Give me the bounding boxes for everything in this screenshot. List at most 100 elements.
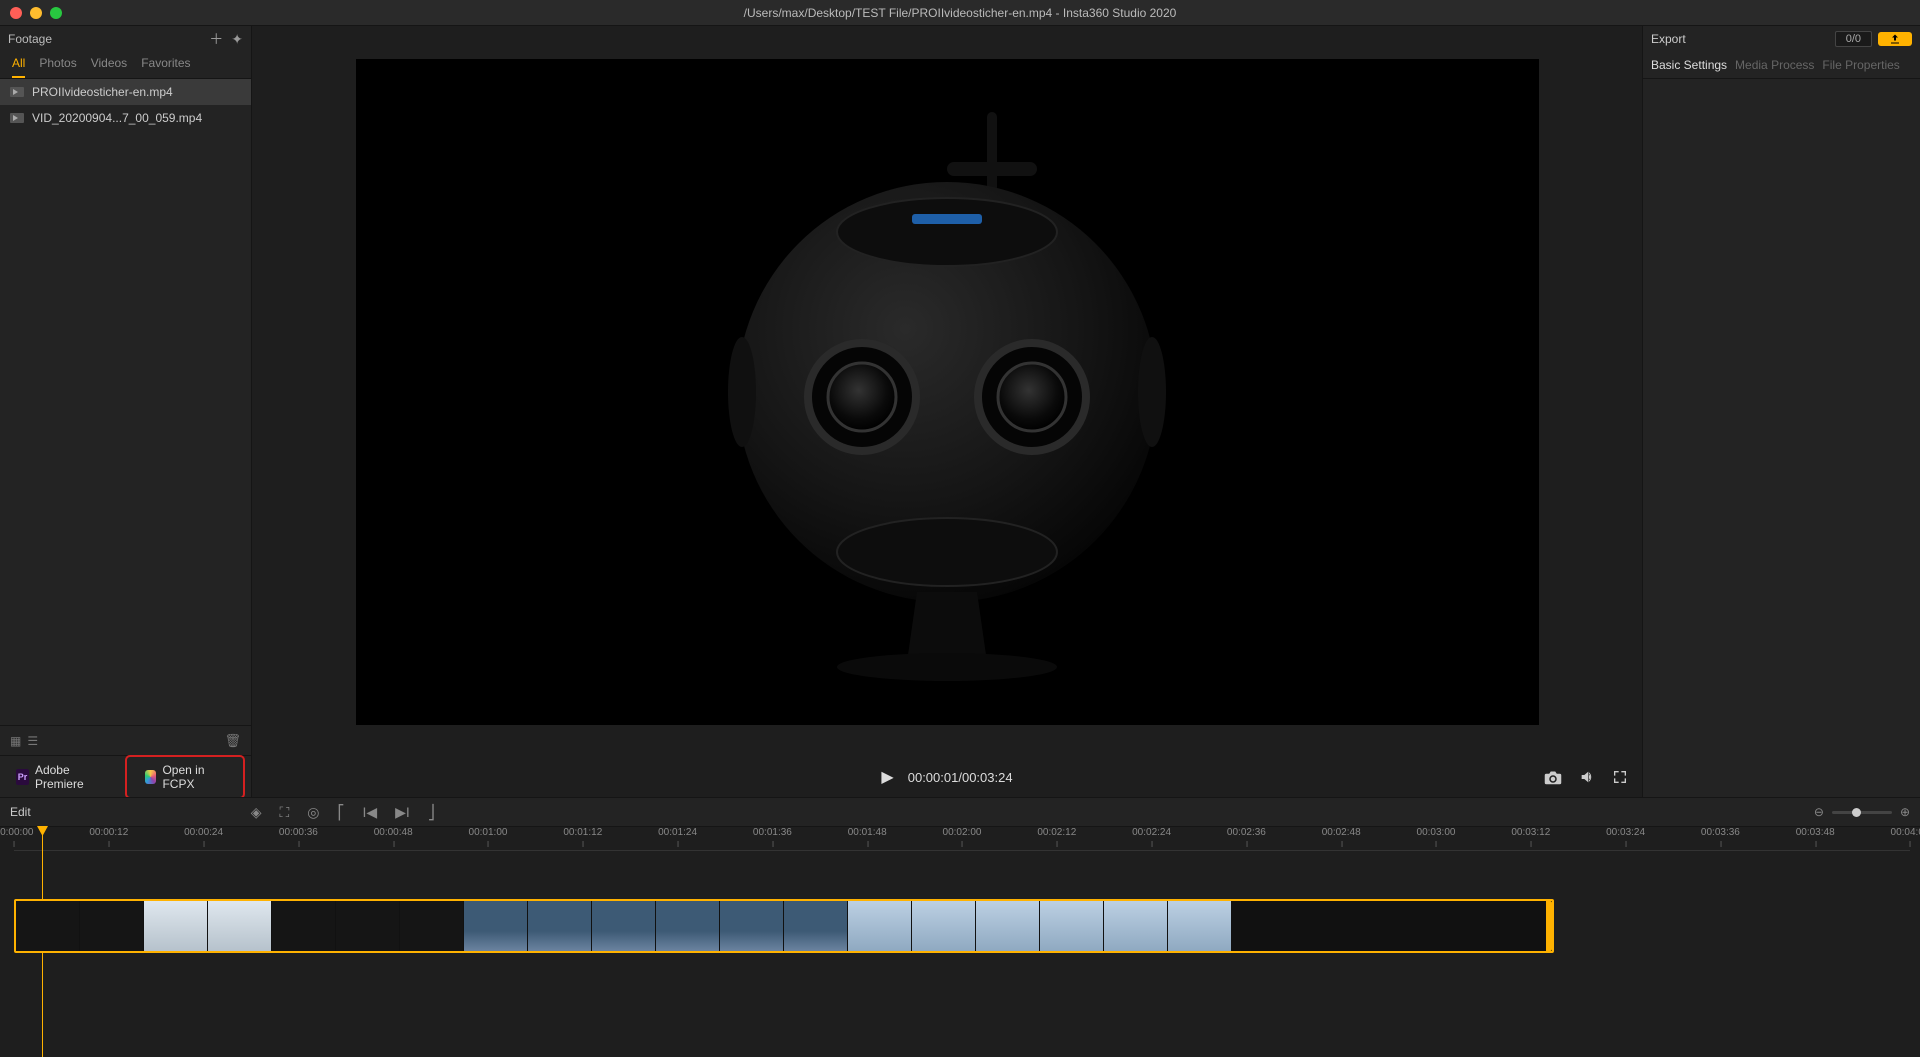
ruler-tick: 00:03:00 (1417, 827, 1456, 838)
zoom-slider[interactable] (1832, 811, 1892, 814)
external-apps-row: Pr Adobe Premiere Open in FCPX (0, 755, 251, 797)
ruler-tick: 00:03:24 (1606, 827, 1645, 838)
play-button[interactable]: ▶ (881, 767, 893, 787)
export-queue-count: 0/0 (1835, 31, 1872, 47)
file-item[interactable]: PROIIvideosticher-en.mp4 (0, 79, 251, 105)
preview-viewport (252, 26, 1642, 757)
open-in-fcpx-button[interactable]: Open in FCPX (125, 755, 245, 799)
file-name: PROIIvideosticher-en.mp4 (32, 85, 173, 99)
snapshot-icon[interactable] (1544, 770, 1562, 785)
next-frame-icon[interactable]: ▶I (395, 804, 410, 821)
clip-thumbnail (784, 901, 848, 951)
clip-handle-right[interactable] (1546, 901, 1552, 951)
ruler-tick: 00:00:36 (279, 827, 318, 838)
import-settings-icon[interactable]: ✦ (231, 31, 243, 48)
ruler-tick: 00:02:24 (1132, 827, 1171, 838)
tab-favorites[interactable]: Favorites (141, 56, 190, 78)
footage-tabs: All Photos Videos Favorites (0, 52, 251, 79)
timeline-ruler[interactable]: 00:00:0000:00:1200:00:2400:00:3600:00:48… (14, 827, 1910, 851)
clip-thumbnail (208, 901, 272, 951)
clip-thumbnail (848, 901, 912, 951)
tab-file-properties[interactable]: File Properties (1822, 58, 1899, 72)
timeline: 00:00:0000:00:1200:00:2400:00:3600:00:48… (0, 827, 1920, 1057)
trim-end-icon[interactable]: ⎦ (428, 804, 435, 821)
tab-all[interactable]: All (12, 56, 25, 78)
zoom-out-icon[interactable]: ⊖ (1814, 805, 1824, 819)
add-footage-icon[interactable]: ＋ (209, 29, 223, 49)
current-time: 00:00:01 (908, 770, 959, 785)
fullscreen-icon[interactable] (1612, 769, 1628, 785)
export-header: Export 0/0 (1643, 26, 1920, 52)
keyframe-tool-icon[interactable]: ◈ (251, 804, 262, 821)
ruler-tick: 00:00:00 (0, 827, 33, 838)
export-body (1643, 79, 1920, 797)
window-title: /Users/max/Desktop/TEST File/PROIIvideos… (744, 6, 1177, 20)
open-in-premiere-button[interactable]: Pr Adobe Premiere (6, 758, 115, 796)
ruler-tick: 00:01:24 (658, 827, 697, 838)
volume-icon[interactable] (1578, 769, 1596, 785)
file-list: PROIIvideosticher-en.mp4 VID_20200904...… (0, 79, 251, 725)
ruler-tick: 00:00:12 (89, 827, 128, 838)
tab-basic-settings[interactable]: Basic Settings (1651, 58, 1727, 72)
timeline-zoom: ⊖ ⊕ (1814, 805, 1910, 819)
clip-thumbnail (1104, 901, 1168, 951)
prev-frame-icon[interactable]: I◀ (363, 804, 378, 821)
tab-photos[interactable]: Photos (39, 56, 76, 78)
clip-thumbnail (80, 901, 144, 951)
clip-thumbnail (976, 901, 1040, 951)
clip-thumbnail (912, 901, 976, 951)
export-button[interactable] (1878, 32, 1912, 46)
maximize-window-icon[interactable] (50, 7, 62, 19)
zoom-in-icon[interactable]: ⊕ (1900, 805, 1910, 819)
file-name: VID_20200904...7_00_059.mp4 (32, 111, 202, 125)
minimize-window-icon[interactable] (30, 7, 42, 19)
video-file-icon (10, 87, 24, 97)
file-item[interactable]: VID_20200904...7_00_059.mp4 (0, 105, 251, 131)
player-controls: ▶ 00:00:01/00:03:24 (252, 757, 1642, 797)
premiere-icon: Pr (16, 769, 29, 785)
clip-thumbnail (464, 901, 528, 951)
ruler-tick: 00:04:00 (1891, 827, 1920, 838)
deepttrack-tool-icon[interactable]: ◎ (307, 804, 319, 821)
view-toggles: ▦ ☰ (10, 734, 38, 748)
ruler-tick: 00:02:36 (1227, 827, 1266, 838)
playback-time: 00:00:01/00:03:24 (908, 770, 1013, 785)
tab-media-process[interactable]: Media Process (1735, 58, 1814, 72)
video-file-icon (10, 113, 24, 123)
footage-sidebar: Footage ＋ ✦ All Photos Videos Favorites … (0, 26, 252, 797)
clip-track[interactable] (14, 899, 1554, 953)
clip-thumbnail (720, 901, 784, 951)
ruler-tick: 00:02:12 (1037, 827, 1076, 838)
ruler-tick: 00:02:00 (943, 827, 982, 838)
video-preview[interactable] (356, 59, 1539, 725)
ruler-tick: 00:03:48 (1796, 827, 1835, 838)
titlebar: /Users/max/Desktop/TEST File/PROIIvideos… (0, 0, 1920, 26)
sidebar-footer: ▦ ☰ 🗑 (0, 725, 251, 755)
ruler-tick: 00:01:12 (563, 827, 602, 838)
delete-icon[interactable]: 🗑 (224, 733, 241, 749)
clip-thumbnail (272, 901, 336, 951)
list-view-icon[interactable]: ☰ (27, 734, 38, 748)
ruler-tick: 00:01:36 (753, 827, 792, 838)
export-tabs: Basic Settings Media Process File Proper… (1643, 52, 1920, 79)
window-controls (0, 7, 62, 19)
trim-start-icon[interactable]: ⎡ (338, 804, 345, 821)
clip-thumbnail (144, 901, 208, 951)
clip-thumbnail (16, 901, 80, 951)
clip-thumbnail (1168, 901, 1232, 951)
freecapture-tool-icon[interactable]: ⛶ (279, 804, 289, 821)
main-area: Footage ＋ ✦ All Photos Videos Favorites … (0, 26, 1920, 797)
preview-content (687, 102, 1207, 682)
ruler-tick: 00:01:00 (469, 827, 508, 838)
ruler-tick: 00:01:48 (848, 827, 887, 838)
ruler-tick: 00:00:24 (184, 827, 223, 838)
close-window-icon[interactable] (10, 7, 22, 19)
clip-thumbnail (656, 901, 720, 951)
grid-view-icon[interactable]: ▦ (10, 734, 21, 748)
export-title: Export (1651, 32, 1686, 46)
edit-toolbar: Edit ◈ ⛶ ◎ ⎡ I◀ ▶I ⎦ ⊖ ⊕ (0, 797, 1920, 827)
clip-thumbnail (336, 901, 400, 951)
fcpx-icon (145, 770, 156, 784)
tab-videos[interactable]: Videos (91, 56, 127, 78)
clip-thumbnail (592, 901, 656, 951)
